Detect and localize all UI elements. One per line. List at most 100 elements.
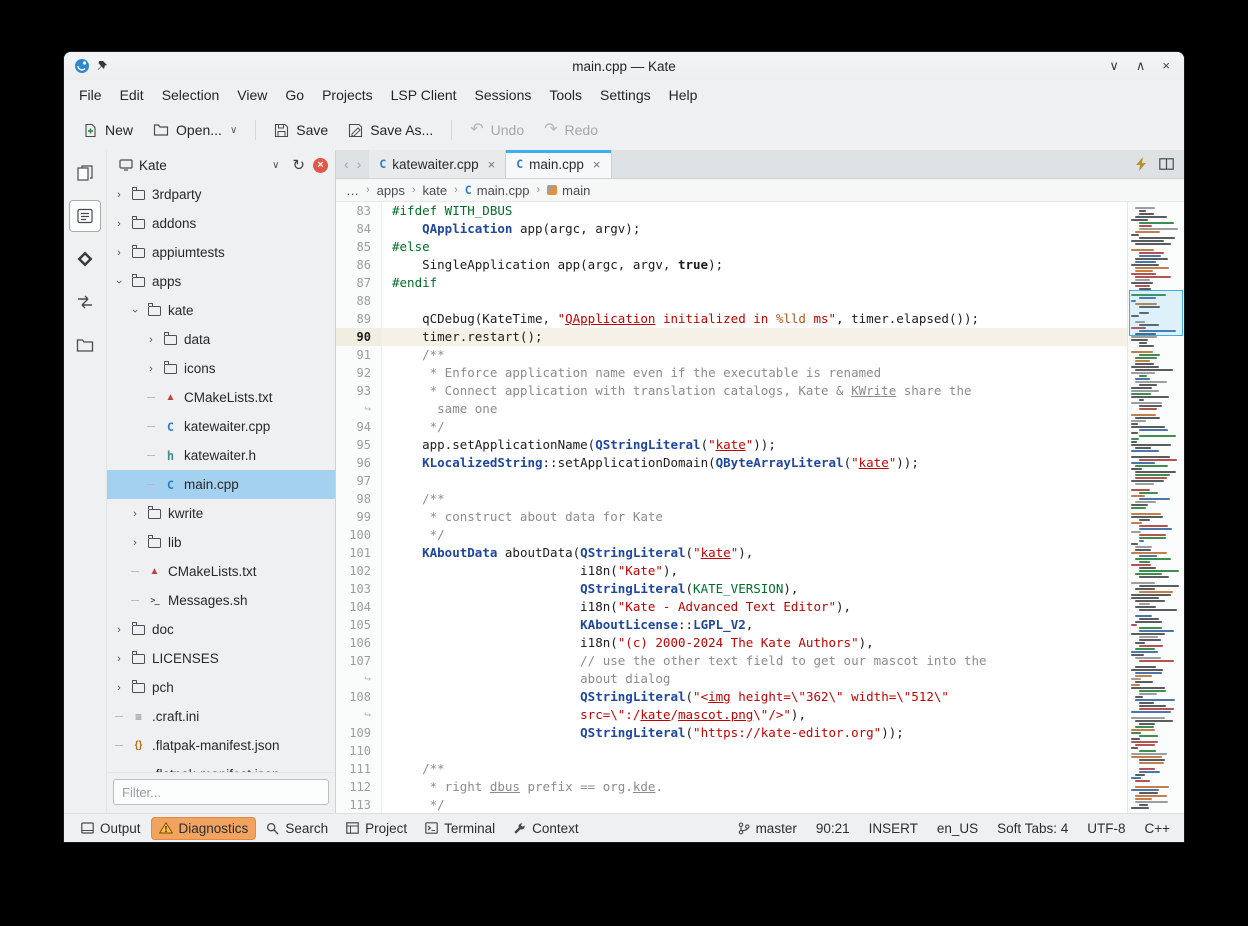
statusbar-project[interactable]: Project: [339, 818, 414, 839]
code-line[interactable]: 97: [336, 472, 1127, 490]
code-line[interactable]: 100 */: [336, 526, 1127, 544]
undo-button[interactable]: ↶Undo: [461, 116, 533, 144]
tree-item-katewaiter-h[interactable]: hkatewaiter.h: [107, 441, 335, 470]
code-line[interactable]: 113 */: [336, 796, 1127, 813]
tab-close-icon[interactable]: ×: [488, 157, 496, 172]
code-line[interactable]: 88: [336, 292, 1127, 310]
code-editor[interactable]: 83#ifdef WITH_DBUS84 QApplication app(ar…: [336, 202, 1127, 813]
tab-forward-button[interactable]: ›: [357, 156, 362, 172]
breadcrumb-apps[interactable]: apps: [377, 183, 405, 198]
code-line[interactable]: 85#else: [336, 238, 1127, 256]
statusbar-output[interactable]: Output: [74, 818, 148, 839]
statusbar-diagnostics[interactable]: Diagnostics: [152, 818, 256, 839]
code-line[interactable]: 84 QApplication app(argc, argv);: [336, 220, 1127, 238]
chevron-expanded-icon[interactable]: ›: [113, 276, 125, 288]
chevron-collapsed-icon[interactable]: ›: [113, 653, 125, 665]
menu-tools[interactable]: Tools: [540, 83, 591, 107]
pin-icon[interactable]: [96, 60, 108, 72]
code-line[interactable]: 91 /**: [336, 346, 1127, 364]
statusbar-insert[interactable]: INSERT: [869, 821, 918, 836]
tree-item-katewaiter-cpp[interactable]: Ckatewaiter.cpp: [107, 412, 335, 441]
code-line[interactable]: 110: [336, 742, 1127, 760]
tree-item-main-cpp[interactable]: Cmain.cpp: [107, 470, 335, 499]
tree-item-doc[interactable]: ›doc: [107, 615, 335, 644]
tree-item-messages-sh[interactable]: >_Messages.sh: [107, 586, 335, 615]
minimize-button[interactable]: ∨: [1109, 58, 1119, 74]
menu-selection[interactable]: Selection: [153, 83, 229, 107]
menu-help[interactable]: Help: [660, 83, 707, 107]
statusbar-master[interactable]: master: [738, 821, 797, 836]
tree-item-appiumtests[interactable]: ›appiumtests: [107, 238, 335, 267]
close-project-button[interactable]: ×: [313, 158, 328, 173]
code-line[interactable]: 101 KAboutData aboutData(QStringLiteral(…: [336, 544, 1127, 562]
code-line[interactable]: 108 QStringLiteral("<img height=\"362\" …: [336, 688, 1127, 706]
chevron-collapsed-icon[interactable]: ›: [113, 189, 125, 201]
close-button[interactable]: ×: [1162, 58, 1170, 74]
code-line[interactable]: 104 i18n("Kate - Advanced Text Editor"),: [336, 598, 1127, 616]
breadcrumb-ellipsis[interactable]: …: [346, 183, 359, 198]
tree-item-kate[interactable]: ›kate: [107, 296, 335, 325]
tab-close-icon[interactable]: ×: [593, 157, 601, 172]
chevron-collapsed-icon[interactable]: ›: [129, 508, 141, 520]
new-button[interactable]: New: [74, 116, 142, 144]
refresh-button[interactable]: ↻: [292, 158, 305, 173]
open-button[interactable]: Open...∨: [144, 116, 246, 144]
tree-item-cmakelists-txt[interactable]: ▲CMakeLists.txt: [107, 557, 335, 586]
tab-back-button[interactable]: ‹: [344, 156, 349, 172]
breadcrumb-main-cpp[interactable]: Cmain.cpp: [465, 183, 530, 198]
quick-open-icon[interactable]: [1136, 157, 1147, 171]
code-line[interactable]: 111 /**: [336, 760, 1127, 778]
git-diamond-tool-button[interactable]: [70, 244, 100, 274]
tree-item-data[interactable]: ›data: [107, 325, 335, 354]
code-line[interactable]: 86 SingleApplication app(argc, argv, tru…: [336, 256, 1127, 274]
save-as-button[interactable]: Save As...: [339, 116, 442, 144]
tab-main-cpp[interactable]: Cmain.cpp×: [506, 150, 611, 178]
maximize-button[interactable]: ∧: [1136, 58, 1146, 74]
code-line[interactable]: 83#ifdef WITH_DBUS: [336, 202, 1127, 220]
tree-item-icons[interactable]: ›icons: [107, 354, 335, 383]
code-line[interactable]: 89 qCDebug(KateTime, "QApplication initi…: [336, 310, 1127, 328]
filesystem-tool-button[interactable]: [70, 330, 100, 360]
chevron-collapsed-icon[interactable]: ›: [113, 682, 125, 694]
tree-item-craft-ini[interactable]: ≡.craft.ini: [107, 702, 335, 731]
code-line[interactable]: 99 * construct about data for Kate: [336, 508, 1127, 526]
statusbar-search[interactable]: Search: [259, 818, 335, 839]
menu-file[interactable]: File: [70, 83, 111, 107]
code-line[interactable]: 103 QStringLiteral(KATE_VERSION),: [336, 580, 1127, 598]
project-selector[interactable]: Kate ∨: [114, 155, 284, 176]
chevron-collapsed-icon[interactable]: ›: [113, 247, 125, 259]
tree-item-flatpak-manifest-json[interactable]: ≡.flatpak-manifest.json: [107, 760, 335, 772]
code-line[interactable]: 95 app.setApplicationName(QStringLiteral…: [336, 436, 1127, 454]
code-line[interactable]: ↪ src=\":/kate/mascot.png\"/>"),: [336, 706, 1127, 724]
statusbar-utf-8[interactable]: UTF-8: [1087, 821, 1125, 836]
projects-tool-button[interactable]: [70, 201, 100, 231]
statusbar-90-21[interactable]: 90:21: [816, 821, 850, 836]
code-line[interactable]: 92 * Enforce application name even if th…: [336, 364, 1127, 382]
tree-item-lib[interactable]: ›lib: [107, 528, 335, 557]
redo-button[interactable]: ↷Redo: [535, 116, 607, 144]
code-line[interactable]: 109 QStringLiteral("https://kate-editor.…: [336, 724, 1127, 742]
statusbar-context[interactable]: Context: [506, 818, 586, 839]
menu-settings[interactable]: Settings: [591, 83, 660, 107]
tree-item-addons[interactable]: ›addons: [107, 209, 335, 238]
code-line[interactable]: 93 * Connect application with translatio…: [336, 382, 1127, 400]
code-line[interactable]: 94 */: [336, 418, 1127, 436]
menu-go[interactable]: Go: [276, 83, 313, 107]
compare-tool-button[interactable]: [70, 287, 100, 317]
code-line[interactable]: 112 * right dbus prefix == org.kde.: [336, 778, 1127, 796]
tree-item-3rdparty[interactable]: ›3rdparty: [107, 180, 335, 209]
chevron-collapsed-icon[interactable]: ›: [113, 624, 125, 636]
chevron-expanded-icon[interactable]: ›: [129, 305, 141, 317]
code-line[interactable]: ↪ same one: [336, 400, 1127, 418]
code-line[interactable]: 96 KLocalizedString::setApplicationDomai…: [336, 454, 1127, 472]
code-line[interactable]: 102 i18n("Kate"),: [336, 562, 1127, 580]
chevron-collapsed-icon[interactable]: ›: [145, 363, 157, 375]
code-line[interactable]: 107 // use the other text field to get o…: [336, 652, 1127, 670]
minimap-scrollbar[interactable]: [1127, 202, 1184, 813]
code-line[interactable]: 98 /**: [336, 490, 1127, 508]
filter-input[interactable]: [113, 779, 329, 805]
tree-item-licenses[interactable]: ›LICENSES: [107, 644, 335, 673]
menu-edit[interactable]: Edit: [111, 83, 153, 107]
menu-view[interactable]: View: [228, 83, 276, 107]
tab-katewaiter-cpp[interactable]: Ckatewaiter.cpp×: [369, 150, 506, 178]
